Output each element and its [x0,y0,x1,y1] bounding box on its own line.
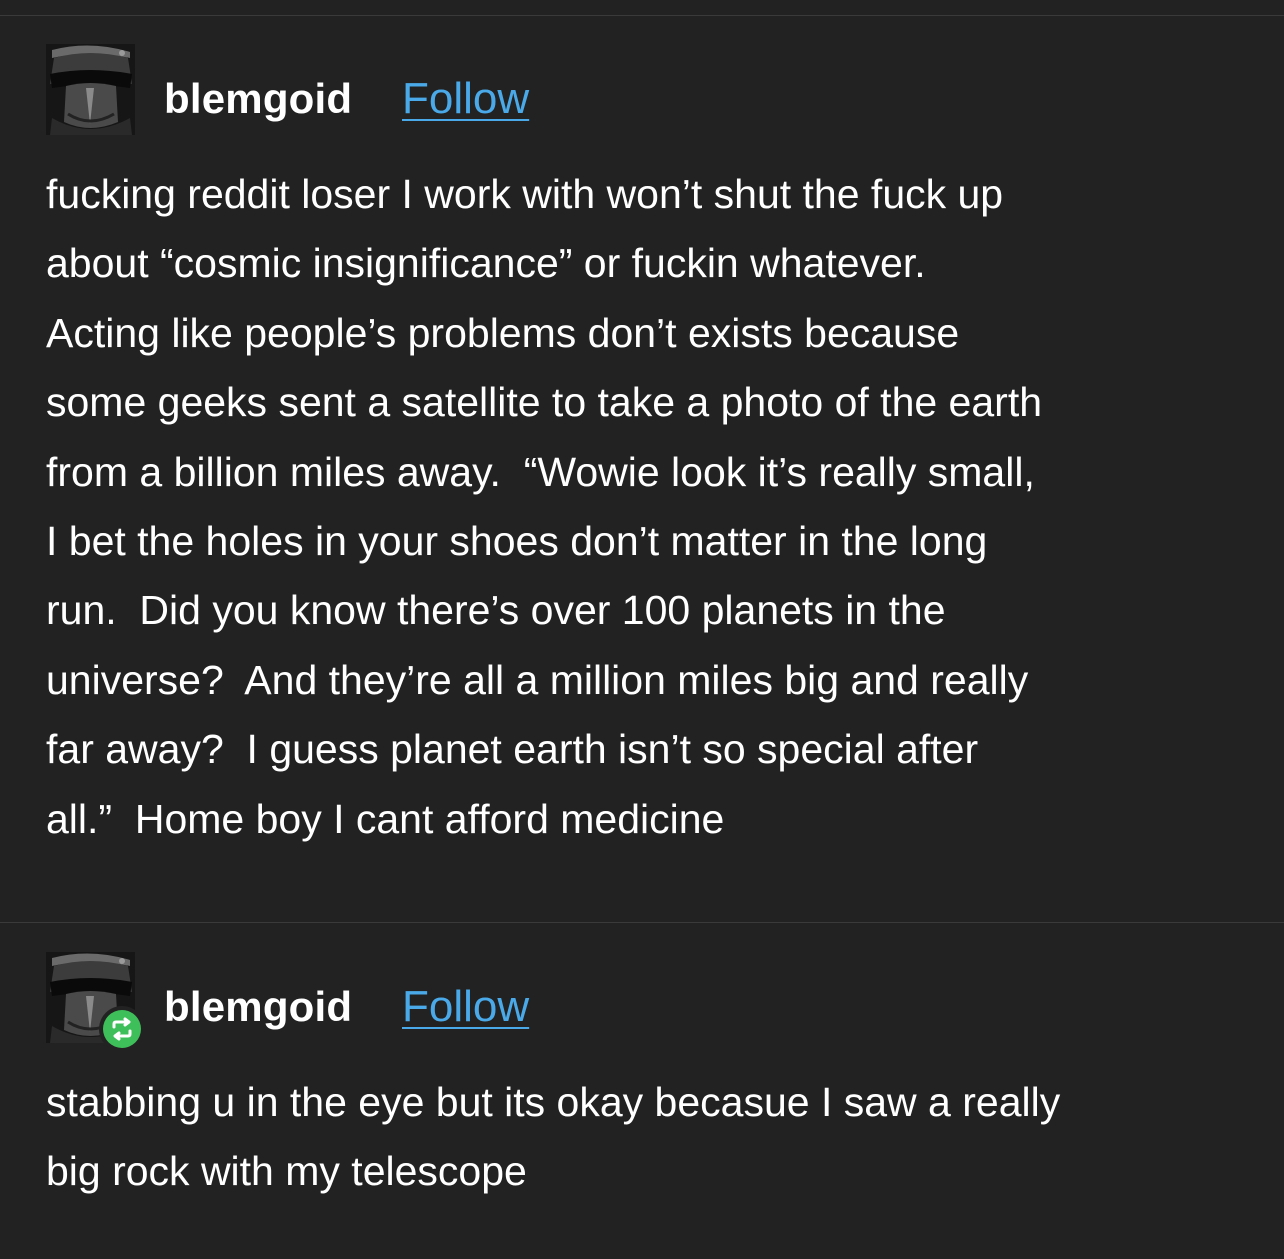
helmet-avatar-icon [46,44,135,135]
avatar[interactable] [46,44,135,135]
username[interactable]: blemgoid [164,982,352,1032]
post-text-line: I bet the holes in your shoes don’t matt… [46,518,988,565]
follow-button[interactable]: Follow [402,982,529,1032]
post-text-line: stabbing u in the eye but its okay becas… [46,1079,1061,1125]
post-text-line: run. Did you know there’s over 100 plane… [46,587,946,634]
post-reblog: blemgoid Follow stabbing u in the eye bu… [0,952,1284,1194]
follow-button[interactable]: Follow [402,74,529,124]
post-divider [0,922,1284,923]
post-header: blemgoid Follow [0,44,1284,136]
post-text-line: universe? And they’re all a million mile… [46,656,1029,703]
post-text-line: about “cosmic insignificance” or fuckin … [46,240,926,287]
post-text-line: from a billion miles away. “Wowie look i… [46,448,1035,495]
reblog-badge [99,1006,145,1052]
username[interactable]: blemgoid [164,74,352,124]
post: blemgoid Follow fucking reddit loser I w… [0,44,1284,842]
post-text-line: fucking reddit loser I work with won’t s… [46,171,1004,217]
post-text-line: far away? I guess planet earth isn’t so … [46,726,979,773]
post-body: fucking reddit loser I work with won’t s… [46,160,1246,854]
reblog-icon [103,1010,141,1048]
post-text-line: Acting like people’s problems don’t exis… [46,309,960,356]
post-text-line: big rock with my telescope [46,1148,527,1195]
post-header: blemgoid Follow [0,952,1284,1052]
post-text-line: some geeks sent a satellite to take a ph… [46,379,1043,426]
top-divider [0,15,1284,16]
post-text-line: all.” Home boy I cant afford medicine [46,795,725,842]
post-body: stabbing u in the eye but its okay becas… [46,1068,1246,1207]
